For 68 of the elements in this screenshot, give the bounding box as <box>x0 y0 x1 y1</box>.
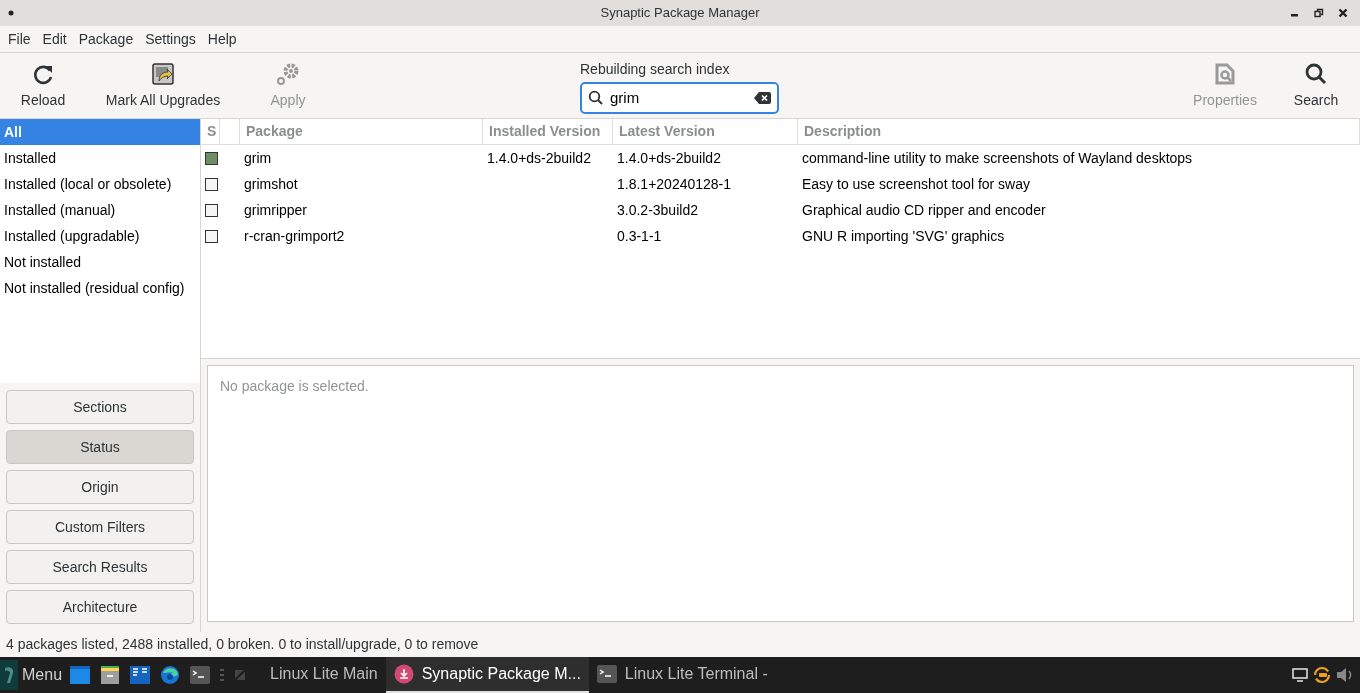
window-title: Synaptic Package Manager <box>600 4 760 23</box>
status-checkbox[interactable] <box>205 151 218 165</box>
filter-item[interactable]: Not installed <box>0 249 200 275</box>
filter-item[interactable]: Installed (local or obsolete) <box>0 171 200 197</box>
file-cabinet-icon[interactable] <box>100 665 121 685</box>
package-description: command-line utility to make screenshots of Wayland desktops <box>802 149 1193 166</box>
filter-view-button[interactable]: Search Results <box>6 550 194 584</box>
latest-version: 0.3-1-1 <box>617 227 662 244</box>
upgrade-button[interactable]: Mark All Upgrades <box>88 55 238 116</box>
filter-view-button[interactable]: Status <box>6 430 194 464</box>
menu-label[interactable]: Menu <box>22 663 63 687</box>
package-name: grimripper <box>244 201 307 218</box>
window-menu-icon[interactable] <box>8 10 14 16</box>
status-checkbox[interactable] <box>205 203 218 217</box>
package-description: Graphical audio CD ripper and encoder <box>802 201 1046 218</box>
terminal-icon <box>596 665 617 683</box>
search-box[interactable]: grim <box>580 82 779 114</box>
status-text: 4 packages listed, 2488 installed, 0 broken. 0 to install/upgrade, 0 to remove <box>6 635 479 654</box>
reload-button[interactable]: Reload <box>0 55 86 116</box>
search-input[interactable]: grim <box>610 86 748 110</box>
latest-version: 1.4.0+ds-2build2 <box>617 149 721 166</box>
browser-icon[interactable] <box>160 665 181 685</box>
search-icon <box>588 90 604 106</box>
details-text: No package is selected. <box>220 378 369 394</box>
search-button[interactable]: Search <box>1276 55 1356 116</box>
taskbar-window-button[interactable]: Linux Lite Main <box>262 657 386 693</box>
window-switch-icon[interactable] <box>234 669 247 681</box>
restore-icon[interactable] <box>1314 8 1324 18</box>
search-status-label: Rebuilding search index <box>580 60 731 78</box>
filter-item[interactable]: Installed (manual) <box>0 197 200 223</box>
desktop-icon[interactable] <box>70 666 91 684</box>
filter-view-button[interactable]: Origin <box>6 470 194 504</box>
close-icon[interactable] <box>1338 8 1348 18</box>
installed-version: 1.4.0+ds-2build2 <box>487 149 591 166</box>
grip-icon <box>220 669 225 681</box>
menu-item[interactable]: File <box>4 28 35 50</box>
speaker-icon[interactable] <box>1336 667 1354 683</box>
filter-view-button[interactable]: Sections <box>6 390 194 424</box>
gears-icon <box>276 62 300 86</box>
taskbar-window-button[interactable]: Linux Lite Terminal - <box>588 657 776 693</box>
latest-version: 3.0.2-3build2 <box>617 201 698 218</box>
filter-item[interactable]: Installed (upgradable) <box>0 223 200 249</box>
package-name: grimshot <box>244 175 298 192</box>
filter-view-button[interactable]: Custom Filters <box>6 510 194 544</box>
filter-item[interactable]: Installed <box>0 145 200 171</box>
package-description: Easy to use screenshot tool for sway <box>802 175 1030 192</box>
document-magnifier-icon <box>1213 62 1237 86</box>
download-icon <box>393 664 414 684</box>
status-checkbox[interactable] <box>205 177 218 191</box>
document-icon[interactable] <box>130 666 151 684</box>
filter-item[interactable]: All <box>0 119 200 145</box>
monitor-icon[interactable] <box>1292 668 1308 682</box>
package-description: GNU R importing 'SVG' graphics <box>802 227 1005 244</box>
search-icon <box>1304 62 1328 86</box>
status-checkbox[interactable] <box>205 229 218 243</box>
menu-item[interactable]: Edit <box>38 28 71 50</box>
taskbar-window-button[interactable]: Synaptic Package M... <box>385 657 589 693</box>
update-icon[interactable] <box>1312 665 1332 685</box>
package-name: r-cran-grimport2 <box>244 227 345 244</box>
filter-item[interactable]: Not installed (residual config) <box>0 275 200 301</box>
package-name: grim <box>244 149 272 166</box>
menu-item[interactable]: Settings <box>141 28 200 50</box>
clear-icon[interactable] <box>754 92 771 104</box>
filter-view-button[interactable]: Architecture <box>6 590 194 624</box>
menu-item[interactable]: Package <box>74 28 138 50</box>
terminal-icon[interactable] <box>190 666 211 684</box>
menu-item[interactable]: Help <box>203 28 241 50</box>
latest-version: 1.8.1+20240128-1 <box>617 175 732 192</box>
